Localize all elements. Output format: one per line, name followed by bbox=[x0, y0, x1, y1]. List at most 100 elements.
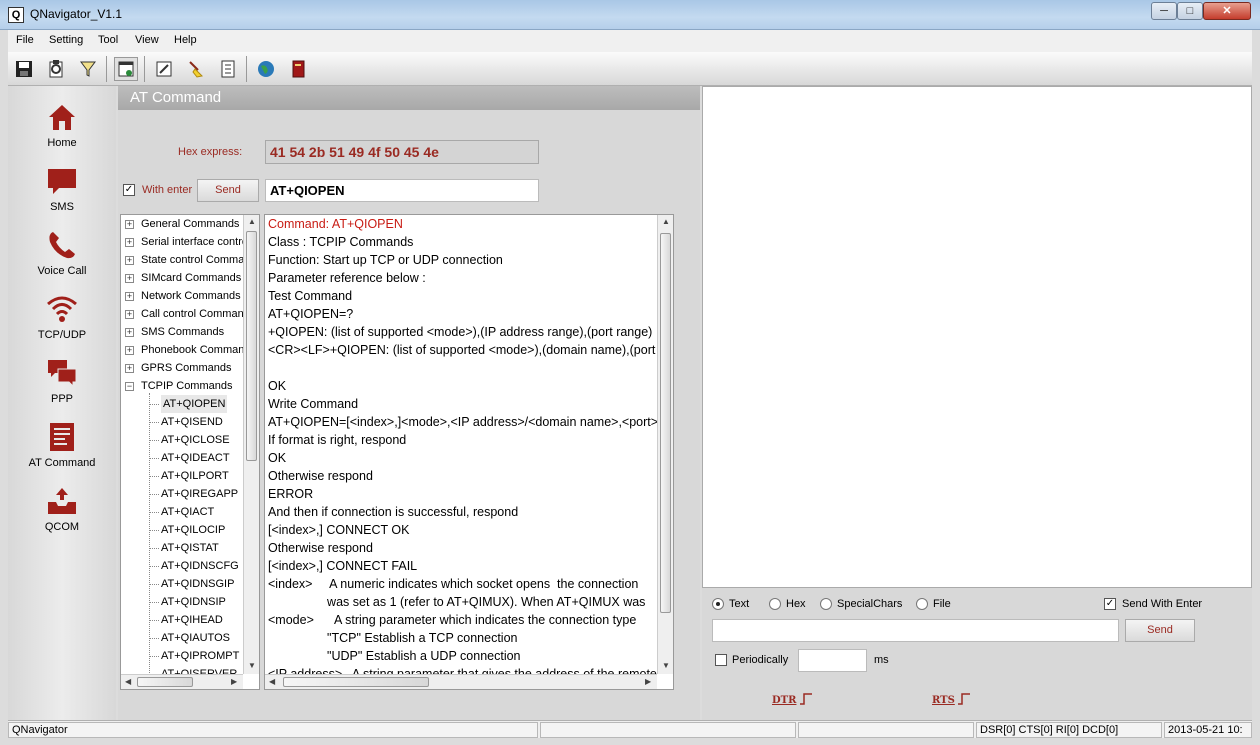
scroll-right-icon[interactable]: ▶ bbox=[645, 677, 651, 686]
expand-icon[interactable]: + bbox=[125, 274, 134, 283]
list-icon[interactable] bbox=[216, 57, 240, 81]
nav-sms[interactable]: SMS bbox=[8, 154, 116, 216]
globe-icon[interactable] bbox=[254, 57, 278, 81]
command-input[interactable]: AT+QIOPEN bbox=[265, 179, 539, 202]
tree-item-qihead[interactable]: AT+QIHEAD bbox=[121, 611, 243, 629]
tree-branch-line bbox=[149, 530, 159, 531]
scroll-right-icon[interactable]: ▶ bbox=[231, 677, 237, 686]
scroll-left-icon[interactable]: ◀ bbox=[125, 677, 131, 686]
mode-text-radio[interactable] bbox=[712, 598, 724, 610]
status-bar: QNavigator DSR[0] CTS[0] RI[0] DCD[0] 20… bbox=[8, 720, 1252, 738]
tree-item-qiact[interactable]: AT+QIACT bbox=[121, 503, 243, 521]
nav-label: Home bbox=[47, 137, 77, 149]
tree-item-qistat[interactable]: AT+QISTAT bbox=[121, 539, 243, 557]
tree-group-network[interactable]: + Network Commands bbox=[121, 287, 243, 305]
detail-line: Class : TCPIP Commands bbox=[268, 235, 414, 249]
menu-setting[interactable]: Setting bbox=[49, 34, 83, 46]
tree-item-qiregapp[interactable]: AT+QIREGAPP bbox=[121, 485, 243, 503]
edit-doc-icon[interactable] bbox=[152, 57, 176, 81]
mode-hex-radio[interactable] bbox=[769, 598, 781, 610]
tree-group-state-control[interactable]: + State control Commands bbox=[121, 251, 243, 269]
phone-icon bbox=[49, 232, 75, 259]
scroll-thumb[interactable] bbox=[137, 677, 193, 687]
scroll-left-icon[interactable]: ◀ bbox=[269, 677, 275, 686]
funnel-icon[interactable] bbox=[76, 57, 100, 81]
expand-icon[interactable]: + bbox=[125, 310, 134, 319]
maximize-button[interactable]: □ bbox=[1177, 2, 1203, 20]
expand-icon[interactable]: + bbox=[125, 256, 134, 265]
tree-group-simcard[interactable]: + SIMcard Commands bbox=[121, 269, 243, 287]
scroll-thumb[interactable] bbox=[660, 233, 671, 613]
tree-item-qidnsgip[interactable]: AT+QIDNSGIP bbox=[121, 575, 243, 593]
menu-tool[interactable]: Tool bbox=[98, 34, 118, 46]
send-text-input[interactable] bbox=[712, 619, 1119, 642]
send-command-button[interactable]: Send bbox=[197, 179, 259, 202]
tree-item-qiclose[interactable]: AT+QICLOSE bbox=[121, 431, 243, 449]
terminal-panel: Text Hex SpecialChars File ✓ Send With E… bbox=[702, 86, 1252, 720]
tree-item-qiprompt[interactable]: AT+QIPROMPT bbox=[121, 647, 243, 665]
tree-item-qisend[interactable]: AT+QISEND bbox=[121, 413, 243, 431]
mode-text-label: Text bbox=[729, 598, 750, 610]
expand-icon[interactable]: + bbox=[125, 292, 134, 301]
send-button[interactable]: Send bbox=[1125, 619, 1195, 642]
detail-vertical-scrollbar[interactable]: ▲ ▼ bbox=[657, 215, 673, 674]
tree-group-serial[interactable]: + Serial interface control bbox=[121, 233, 243, 251]
tree-item-qilport[interactable]: AT+QILPORT bbox=[121, 467, 243, 485]
tree-group-general[interactable]: + General Commands bbox=[121, 215, 243, 233]
expand-icon[interactable]: + bbox=[125, 328, 134, 337]
periodically-checkbox[interactable] bbox=[715, 654, 727, 666]
collapse-icon[interactable]: − bbox=[125, 382, 134, 391]
tree-item-qidnscfg[interactable]: AT+QIDNSCFG bbox=[121, 557, 243, 575]
broom-icon[interactable] bbox=[184, 57, 208, 81]
period-interval-input[interactable] bbox=[798, 649, 867, 672]
scroll-thumb[interactable] bbox=[283, 677, 429, 687]
mode-file-radio[interactable] bbox=[916, 598, 928, 610]
new-window-icon[interactable] bbox=[114, 57, 138, 81]
nav-home[interactable]: Home bbox=[8, 90, 116, 152]
tree-group-tcpip[interactable]: − TCPIP Commands bbox=[121, 377, 243, 395]
tree-group-gprs[interactable]: + GPRS Commands bbox=[121, 359, 243, 377]
menu-file[interactable]: File bbox=[16, 34, 34, 46]
expand-icon[interactable]: + bbox=[125, 238, 134, 247]
expand-icon[interactable]: + bbox=[125, 364, 134, 373]
nav-tcp-udp[interactable]: TCP/UDP bbox=[8, 282, 116, 344]
dtr-toggle[interactable]: DTR bbox=[772, 692, 814, 706]
save-icon[interactable] bbox=[12, 57, 36, 81]
tree-item-qiopen[interactable]: AT+QIOPEN bbox=[121, 395, 243, 413]
tree-item-qiautos[interactable]: AT+QIAUTOS bbox=[121, 629, 243, 647]
tree-group-phonebook[interactable]: + Phonebook Commands bbox=[121, 341, 243, 359]
with-enter-checkbox[interactable]: ✓ bbox=[123, 184, 135, 196]
nav-at-command[interactable]: AT Command bbox=[8, 410, 116, 472]
tree-item-qilocip[interactable]: AT+QILOCIP bbox=[121, 521, 243, 539]
tree-item-qidnsip[interactable]: AT+QIDNSIP bbox=[121, 593, 243, 611]
scroll-thumb[interactable] bbox=[246, 231, 257, 461]
book-icon[interactable] bbox=[286, 57, 310, 81]
detail-line: Write Command bbox=[268, 397, 359, 411]
nav-voice-call[interactable]: Voice Call bbox=[8, 218, 116, 280]
expand-icon[interactable]: + bbox=[125, 346, 134, 355]
scroll-up-icon[interactable]: ▲ bbox=[248, 217, 256, 226]
detail-horizontal-scrollbar[interactable]: ◀ ▶ bbox=[265, 674, 657, 689]
tree-item-qideact[interactable]: AT+QIDEACT bbox=[121, 449, 243, 467]
sidebar: Home SMS Voice Call TCP/UDP PPP AT Comma… bbox=[8, 86, 116, 720]
expand-icon[interactable]: + bbox=[125, 220, 134, 229]
nav-ppp[interactable]: PPP bbox=[8, 346, 116, 408]
tree-group-sms[interactable]: + SMS Commands bbox=[121, 323, 243, 341]
scroll-up-icon[interactable]: ▲ bbox=[662, 217, 670, 226]
scroll-down-icon[interactable]: ▼ bbox=[248, 661, 256, 670]
tree-vertical-scrollbar[interactable]: ▲ ▼ bbox=[243, 215, 259, 674]
menu-help[interactable]: Help bbox=[174, 34, 197, 46]
nav-qcom[interactable]: QCOM bbox=[8, 474, 116, 536]
tree-item-label: AT+QIAUTOS bbox=[161, 632, 230, 644]
mode-specialchars-radio[interactable] bbox=[820, 598, 832, 610]
close-button[interactable]: ✕ bbox=[1203, 2, 1251, 20]
rts-toggle[interactable]: RTS bbox=[932, 692, 972, 706]
menu-view[interactable]: View bbox=[135, 34, 159, 46]
send-with-enter-checkbox[interactable]: ✓ bbox=[1104, 598, 1116, 610]
tree-horizontal-scrollbar[interactable]: ◀ ▶ bbox=[121, 674, 243, 689]
tree-group-call-control[interactable]: + Call control Commands bbox=[121, 305, 243, 323]
settings-clip-icon[interactable] bbox=[44, 57, 68, 81]
scroll-down-icon[interactable]: ▼ bbox=[662, 661, 670, 670]
receive-area[interactable] bbox=[702, 86, 1252, 588]
minimize-button[interactable]: ─ bbox=[1151, 2, 1177, 20]
